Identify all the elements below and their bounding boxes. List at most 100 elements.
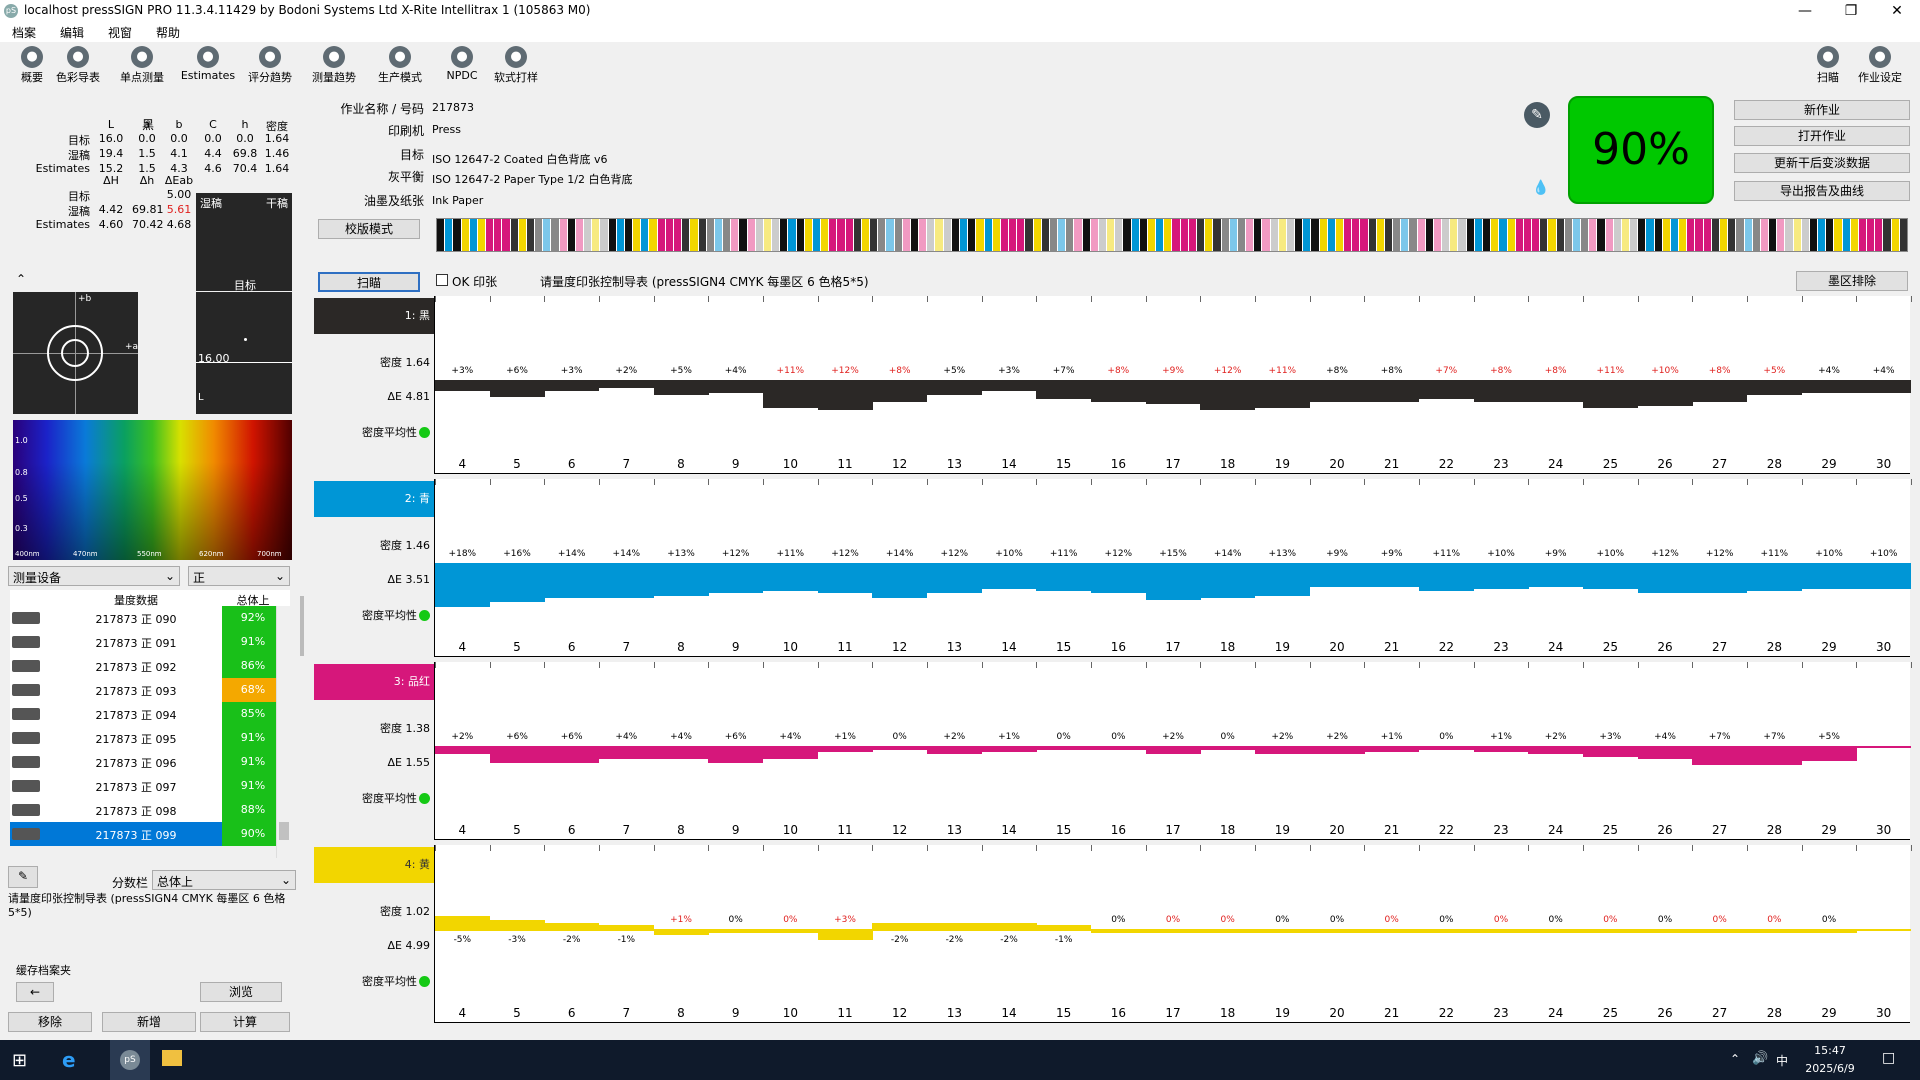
zone-tick bbox=[435, 845, 436, 851]
control-strip-patch bbox=[624, 219, 634, 251]
measurement-list: 217873 正 090 92% 217873 正 091 91% 217873 正 0… bbox=[0, 606, 300, 846]
gray-balance-value: ISO 12647-2 Paper Type 1/2 白色背底 bbox=[432, 173, 633, 186]
export-report-button[interactable]: 导出报告及曲线 bbox=[1734, 181, 1910, 201]
control-strip-patch bbox=[1769, 219, 1778, 251]
toolbar-score-trend-button[interactable]: ● 评分趋势 bbox=[238, 42, 302, 90]
density-bar bbox=[1856, 563, 1912, 589]
list-item[interactable]: 217873 正 095 91% bbox=[10, 726, 290, 750]
scan-button[interactable]: 扫瞄 bbox=[318, 272, 420, 292]
clock-date[interactable]: 2025/6/9 bbox=[1800, 1062, 1860, 1075]
control-strip-patch bbox=[567, 219, 576, 251]
control-strip-patch bbox=[960, 219, 969, 251]
zone-percent-label: +7% bbox=[1763, 732, 1786, 742]
ink-key-exclude-button[interactable]: 墨区排除 bbox=[1796, 271, 1908, 291]
list-item[interactable]: 217873 正 094 85% bbox=[10, 702, 290, 726]
zone-percent-label: +6% bbox=[560, 732, 583, 742]
calculate-button[interactable]: 计算 bbox=[200, 1012, 290, 1032]
remove-button[interactable]: 移除 bbox=[8, 1012, 92, 1032]
back-arrow-button[interactable]: ← bbox=[16, 982, 54, 1002]
windows-start-icon[interactable]: ⊞ bbox=[12, 1050, 27, 1071]
zone-tick bbox=[1419, 662, 1420, 668]
zone-tick bbox=[1309, 845, 1311, 851]
list-item[interactable]: 217873 正 097 91% bbox=[10, 774, 290, 798]
tray-chevron-icon[interactable]: ⌃ bbox=[1730, 1052, 1740, 1066]
density-bar bbox=[435, 563, 491, 607]
new-job-button[interactable]: 新作业 bbox=[1734, 100, 1910, 120]
density-bar bbox=[1637, 746, 1693, 759]
list-item[interactable]: 217873 正 098 88% bbox=[10, 798, 290, 822]
device-select[interactable]: 测量设备 ⌄ bbox=[8, 566, 180, 586]
control-strip-patch bbox=[886, 219, 895, 251]
control-strip-patch bbox=[445, 219, 454, 251]
list-item[interactable]: 217873 正 090 92% bbox=[10, 606, 290, 630]
zone-tick bbox=[1200, 845, 1202, 851]
list-item[interactable]: 217873 正 099 90% bbox=[10, 822, 290, 846]
ink-drop-icon[interactable]: 💧 bbox=[1532, 180, 1549, 196]
ime-indicator[interactable]: 中 bbox=[1776, 1052, 1788, 1069]
toolbar-label: 单点测量 bbox=[120, 71, 164, 84]
ok-sheet-checkbox[interactable] bbox=[436, 274, 448, 286]
strip-description: 请量度印张控制导表 (pressSIGN4 CMYK 每墨区 6 色格5*5) bbox=[540, 275, 869, 289]
control-strip-patch bbox=[739, 219, 748, 251]
proof-mode-button[interactable]: 校版模式 bbox=[318, 219, 420, 239]
toolbar-measure-trend-button[interactable]: ● 测量趋势 bbox=[302, 42, 366, 90]
update-dryback-button[interactable]: 更新干后变淡数据 bbox=[1734, 153, 1910, 173]
menu-help[interactable]: 帮助 bbox=[156, 24, 180, 41]
list-scrollbar[interactable] bbox=[276, 606, 290, 858]
toolbar: ● 概要 ● 色彩导表 ● 单点测量 ● Estimates ● 评分趋势 ● 测量趋势 ● 生产模式 ● N… bbox=[0, 42, 1920, 90]
control-strip-patch bbox=[1319, 219, 1328, 251]
score-bar-select[interactable]: 总体上 ⌄ bbox=[152, 870, 296, 890]
control-strip-patch bbox=[1017, 219, 1026, 251]
control-strip-patch bbox=[1360, 219, 1369, 251]
control-strip-patch bbox=[878, 219, 887, 251]
zone-percent-label: +6% bbox=[506, 366, 528, 376]
toolbar-estimates-button[interactable]: ● Estimates bbox=[176, 42, 240, 90]
menu-view[interactable]: 视窗 bbox=[108, 24, 132, 41]
zone-number: 29 bbox=[1821, 457, 1837, 471]
clock-time[interactable]: 15:47 bbox=[1800, 1044, 1860, 1057]
edge-browser-icon[interactable]: e bbox=[62, 1048, 76, 1072]
list-item[interactable]: 217873 正 091 91% bbox=[10, 630, 290, 654]
presssign-taskbar-icon[interactable]: pS bbox=[110, 1040, 150, 1080]
toolbar-job-settings-button[interactable]: ● 作业设定 bbox=[1848, 42, 1912, 90]
cache-folder-label: 缓存档案夹 bbox=[16, 964, 71, 977]
report-icon[interactable]: ✎ bbox=[1524, 102, 1550, 128]
toolbar-soft-proof-button[interactable]: ● 软式打样 bbox=[484, 42, 548, 90]
toolbar-spot-measure-button[interactable]: ● 单点测量 bbox=[110, 42, 174, 90]
control-strip-patch bbox=[673, 219, 683, 251]
stats-value: 16.0 bbox=[98, 132, 124, 145]
splitter-handle[interactable] bbox=[300, 596, 304, 656]
density-bar bbox=[1309, 380, 1365, 402]
minimize-button[interactable]: — bbox=[1782, 0, 1828, 22]
menu-file[interactable]: 档案 bbox=[12, 24, 36, 41]
toolbar-color-table-button[interactable]: ● 色彩导表 bbox=[46, 42, 110, 90]
side-select[interactable]: 正 ⌄ bbox=[188, 566, 290, 586]
list-item[interactable]: 217873 正 092 86% bbox=[10, 654, 290, 678]
browse-button[interactable]: 浏览 bbox=[200, 982, 282, 1002]
list-item[interactable]: 217873 正 096 91% bbox=[10, 750, 290, 774]
edit-icon[interactable]: ✎ bbox=[8, 866, 38, 888]
list-item[interactable]: 217873 正 093 68% bbox=[10, 678, 290, 702]
zone-number: 4 bbox=[458, 457, 467, 471]
control-strip-patch bbox=[1785, 219, 1794, 251]
restore-button[interactable]: ❐ bbox=[1828, 0, 1874, 22]
menu-edit[interactable]: 编辑 bbox=[60, 24, 84, 41]
close-button[interactable]: ✕ bbox=[1874, 0, 1920, 22]
open-job-button[interactable]: 打开作业 bbox=[1734, 126, 1910, 146]
control-strip-patch bbox=[510, 219, 519, 251]
volume-icon[interactable]: 🔊 bbox=[1752, 1051, 1768, 1066]
control-strip-patch bbox=[1597, 219, 1606, 251]
zone-number: 13 bbox=[946, 823, 962, 837]
add-button[interactable]: 新增 bbox=[102, 1012, 196, 1032]
control-strip-patch bbox=[502, 219, 511, 251]
zone-number: 25 bbox=[1602, 457, 1618, 471]
collapse-icon[interactable]: ⌃ bbox=[16, 272, 26, 286]
zone-number: 9 bbox=[731, 640, 740, 654]
notification-icon[interactable]: □ bbox=[1882, 1050, 1895, 1066]
zone-percent-label: +10% bbox=[1596, 549, 1625, 559]
toolbar-production-mode-button[interactable]: ● 生产模式 bbox=[368, 42, 432, 90]
control-strip-patch bbox=[518, 219, 527, 251]
zone-tick bbox=[708, 479, 710, 485]
zone-number: 21 bbox=[1384, 457, 1400, 471]
file-explorer-icon[interactable] bbox=[162, 1050, 182, 1066]
